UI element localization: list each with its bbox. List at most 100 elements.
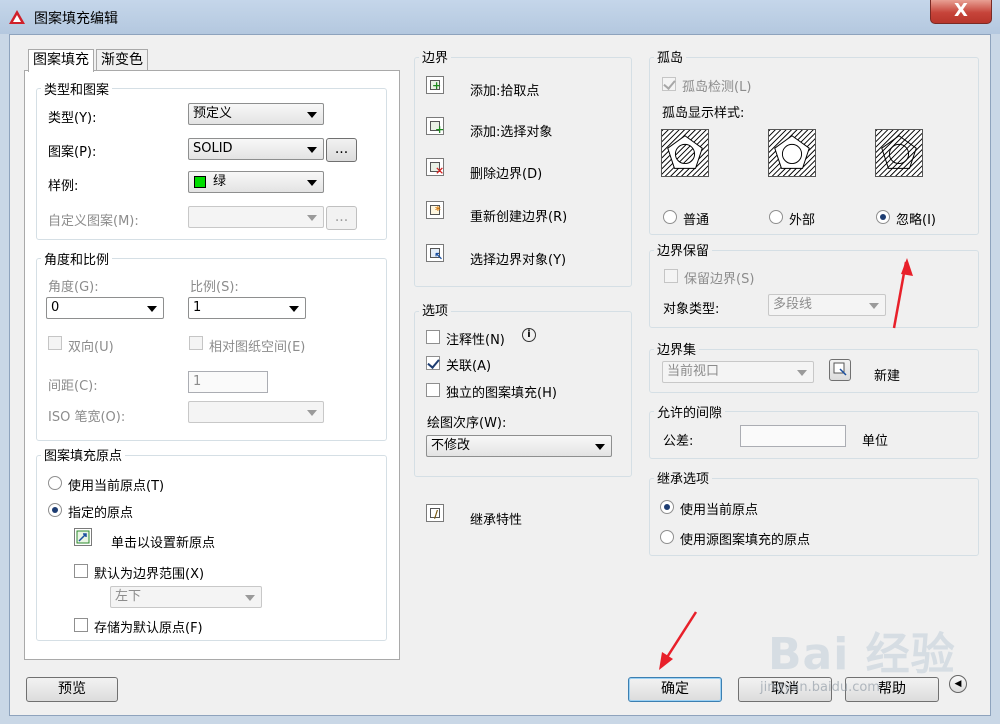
tab-hatch[interactable]: 图案填充 <box>28 49 94 72</box>
sample-color-select[interactable]: 绿 <box>188 171 324 193</box>
add-select-objects-label[interactable]: 添加:选择对象 <box>470 121 552 140</box>
new-boundary-set-button[interactable] <box>829 359 851 381</box>
plus-icon: + <box>435 123 445 136</box>
green-color-swatch <box>194 176 206 188</box>
inherit-properties-button[interactable]: / <box>426 504 444 522</box>
chevron-down-icon <box>245 595 255 601</box>
associative-label: 关联(A) <box>446 359 492 374</box>
island-ignore-preview <box>875 129 923 177</box>
annotative-checkbox[interactable] <box>426 330 440 344</box>
type-pattern-title: 类型和图案 <box>41 79 113 98</box>
use-source-origin-radio[interactable] <box>660 530 674 544</box>
island-detection-checkbox[interactable] <box>662 77 676 91</box>
inherit-properties-label[interactable]: 继承特性 <box>470 509 522 528</box>
type-label: 类型(Y): <box>48 111 97 126</box>
close-button[interactable]: X <box>930 0 992 24</box>
tolerance-label: 公差: <box>663 434 694 449</box>
tolerance-input[interactable] <box>740 425 846 447</box>
scale-select[interactable]: 1 <box>188 297 306 319</box>
remove-boundaries-button[interactable]: × <box>426 158 444 176</box>
default-extent-checkbox[interactable] <box>74 564 88 578</box>
use-current-origin-inherit-radio[interactable] <box>660 500 674 514</box>
island-normal-radio[interactable] <box>663 210 677 224</box>
set-origin-button[interactable] <box>74 528 92 546</box>
island-outer-preview <box>768 129 816 177</box>
help-button[interactable]: 帮助 <box>845 677 939 702</box>
hatch-origin-title: 图案填充原点 <box>41 445 126 464</box>
chevron-down-icon <box>307 112 317 118</box>
inherit-options-title: 继承选项 <box>654 468 713 487</box>
view-selections-label[interactable]: 选择边界对象(Y) <box>470 249 566 268</box>
tab-gradient[interactable]: 渐变色 <box>96 49 148 71</box>
double-label: 双向(U) <box>68 340 114 355</box>
add-pick-points-button[interactable]: + <box>426 76 444 94</box>
cursor-icon: ↖ <box>434 250 444 263</box>
gap-tolerance-title: 允许的间隙 <box>654 402 726 421</box>
island-ignore-radio[interactable] <box>876 210 890 224</box>
double-checkbox[interactable] <box>48 336 62 350</box>
specified-origin-radio[interactable] <box>48 503 62 517</box>
pattern-select-value: SOLID <box>193 141 233 156</box>
new-boundary-set-label: 新建 <box>874 369 901 384</box>
type-select[interactable]: 预定义 <box>188 103 324 125</box>
chevron-down-icon <box>869 303 879 309</box>
island-outer-radio[interactable] <box>769 210 783 224</box>
iso-pen-label: ISO 笔宽(O): <box>48 410 126 425</box>
default-extent-label: 默认为边界范围(X) <box>94 567 205 582</box>
x-icon: × <box>435 164 445 177</box>
custom-pattern-select[interactable] <box>188 206 324 228</box>
preview-button[interactable]: 预览 <box>26 677 118 702</box>
island-outer-label: 外部 <box>789 213 816 228</box>
pattern-browse-button[interactable]: ... <box>326 138 357 162</box>
island-style-label: 孤岛显示样式: <box>662 106 745 121</box>
object-type-label: 对象类型: <box>663 302 720 317</box>
annotative-label: 注释性(N) <box>446 333 505 348</box>
chevron-down-icon <box>595 444 605 450</box>
options-title: 选项 <box>419 300 452 319</box>
scale-label: 比例(S): <box>190 280 239 295</box>
store-default-origin-checkbox[interactable] <box>74 618 88 632</box>
ok-button[interactable]: 确定 <box>628 677 722 702</box>
relative-paper-checkbox[interactable] <box>189 336 203 350</box>
chevron-down-icon <box>289 306 299 312</box>
sample-label: 样例: <box>48 179 79 194</box>
extent-position-select[interactable]: 左下 <box>110 586 262 608</box>
associative-checkbox[interactable] <box>426 356 440 370</box>
custom-pattern-label: 自定义图案(M): <box>48 214 139 229</box>
view-selections-button[interactable]: ↖ <box>426 244 444 262</box>
recreate-boundary-button[interactable]: * <box>426 201 444 219</box>
boundaries-title: 边界 <box>419 47 452 66</box>
object-type-select[interactable]: 多段线 <box>768 294 886 316</box>
angle-label: 角度(G): <box>48 280 99 295</box>
separate-hatches-checkbox[interactable] <box>426 383 440 397</box>
boundary-set-select[interactable]: 当前视口 <box>662 361 814 383</box>
spacing-input[interactable]: 1 <box>188 371 268 393</box>
island-ignore-label: 忽略(I) <box>896 213 936 228</box>
info-icon[interactable]: i <box>522 328 536 342</box>
add-pick-points-label[interactable]: 添加:拾取点 <box>470 80 539 99</box>
iso-pen-select[interactable] <box>188 401 324 423</box>
custom-pattern-browse-button[interactable]: ... <box>326 206 357 230</box>
angle-value: 0 <box>51 300 60 315</box>
draw-order-select[interactable]: 不修改 <box>426 435 612 457</box>
separate-hatches-label: 独立的图案填充(H) <box>446 386 557 401</box>
angle-scale-title: 角度和比例 <box>41 249 113 268</box>
add-select-objects-button[interactable]: + <box>426 117 444 135</box>
retain-boundaries-checkbox[interactable] <box>664 269 678 283</box>
use-source-origin-label: 使用源图案填充的原点 <box>680 533 811 548</box>
chevron-down-icon <box>307 215 317 221</box>
pattern-select[interactable]: SOLID <box>188 138 324 160</box>
island-normal-label: 普通 <box>683 213 710 228</box>
angle-select[interactable]: 0 <box>46 297 164 319</box>
remove-boundaries-label[interactable]: 删除边界(D) <box>470 163 542 182</box>
collapse-arrow-button[interactable]: ◀ <box>949 675 967 693</box>
boundary-set-value: 当前视口 <box>667 364 720 379</box>
use-current-origin-radio[interactable] <box>48 476 62 490</box>
scale-value: 1 <box>193 300 202 315</box>
cancel-button[interactable]: 取消 <box>738 677 832 702</box>
spacing-label: 间距(C): <box>48 379 98 394</box>
type-select-value: 预定义 <box>193 106 233 121</box>
new-boundary-set-icon <box>833 362 847 376</box>
recreate-boundary-label[interactable]: 重新创建边界(R) <box>470 206 567 225</box>
title-bar <box>0 0 1000 34</box>
